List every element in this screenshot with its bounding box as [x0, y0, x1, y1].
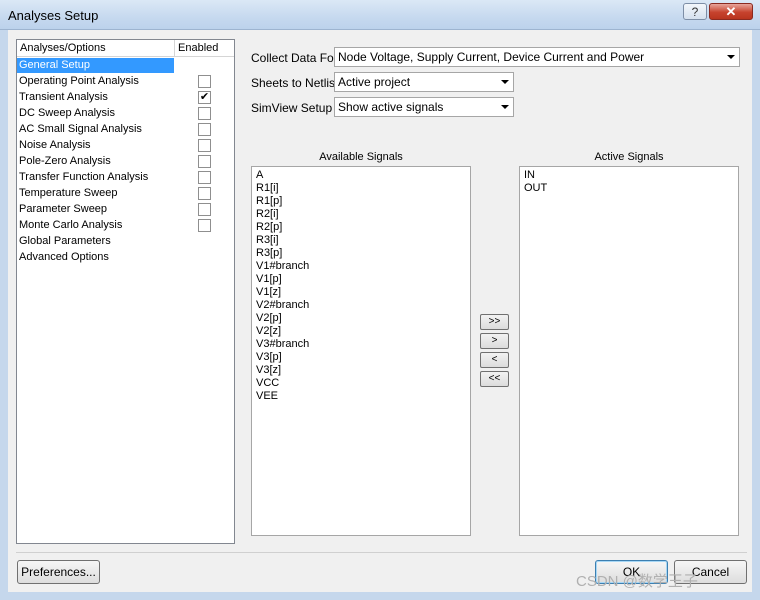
- enable-checkbox-dc-sweep[interactable]: [198, 107, 211, 120]
- available-signal-item[interactable]: V3[z]: [256, 364, 281, 377]
- available-signal-item[interactable]: VEE: [256, 390, 278, 403]
- available-signals-title: Available Signals: [319, 151, 403, 163]
- analysis-item-monte-carlo[interactable]: Monte Carlo Analysis: [19, 218, 122, 233]
- analysis-item-pole-zero[interactable]: Pole-Zero Analysis: [19, 154, 111, 169]
- available-signal-item[interactable]: V2[p]: [256, 312, 282, 325]
- add-all-signals-button[interactable]: >>: [480, 314, 509, 330]
- available-signal-item[interactable]: V2[z]: [256, 325, 281, 338]
- chevron-down-icon: [727, 55, 735, 59]
- remove-all-signals-button[interactable]: <<: [480, 371, 509, 387]
- analysis-item-transient[interactable]: Transient Analysis: [19, 90, 108, 105]
- available-signal-item[interactable]: A: [256, 169, 263, 182]
- available-signal-item[interactable]: R1[p]: [256, 195, 282, 208]
- simview-setup-label: SimView Setup: [251, 101, 333, 115]
- window-title: Analyses Setup: [8, 8, 99, 23]
- enable-checkbox-transient[interactable]: ✔: [198, 91, 211, 104]
- title-bar: [0, 0, 760, 30]
- watermark-text: CSDN @数学王子: [576, 573, 698, 590]
- window-border-left: [0, 30, 8, 600]
- footer-divider: [16, 552, 747, 553]
- available-signal-item[interactable]: V3#branch: [256, 338, 309, 351]
- sheets-to-netlist-value: Active project: [338, 75, 411, 89]
- column-divider[interactable]: [174, 40, 175, 57]
- preferences-button[interactable]: Preferences...: [17, 560, 100, 584]
- enable-checkbox-parameter-sweep[interactable]: [198, 203, 211, 216]
- window-border-bottom: [0, 592, 760, 600]
- active-signals-title: Active Signals: [594, 151, 664, 163]
- available-signal-item[interactable]: V2#branch: [256, 299, 309, 312]
- available-signal-item[interactable]: R3[p]: [256, 247, 282, 260]
- add-signal-button[interactable]: >: [480, 333, 509, 349]
- close-button[interactable]: ✕: [709, 3, 753, 20]
- collect-data-dropdown[interactable]: Node Voltage, Supply Current, Device Cur…: [334, 47, 740, 67]
- active-signal-item[interactable]: IN: [524, 169, 535, 182]
- column-header-enabled[interactable]: Enabled: [178, 42, 218, 54]
- enable-checkbox-pole-zero[interactable]: [198, 155, 211, 168]
- analysis-item-transfer-function[interactable]: Transfer Function Analysis: [19, 170, 148, 185]
- remove-signal-button[interactable]: <: [480, 352, 509, 368]
- available-signal-item[interactable]: R1[i]: [256, 182, 279, 195]
- analysis-item-ac-small-signal[interactable]: AC Small Signal Analysis: [19, 122, 142, 137]
- analysis-item-advanced-options[interactable]: Advanced Options: [19, 250, 109, 265]
- available-signal-item[interactable]: V3[p]: [256, 351, 282, 364]
- window-border-right: [752, 30, 760, 600]
- available-signal-item[interactable]: R2[i]: [256, 208, 279, 221]
- sheets-to-netlist-dropdown[interactable]: Active project: [334, 72, 514, 92]
- enable-checkbox-noise[interactable]: [198, 139, 211, 152]
- collect-data-label: Collect Data For: [251, 51, 338, 65]
- enable-checkbox-ac-small-signal[interactable]: [198, 123, 211, 136]
- simview-setup-value: Show active signals: [338, 100, 444, 114]
- chevron-down-icon: [501, 105, 509, 109]
- available-signals-list[interactable]: A R1[i] R1[p] R2[i] R2[p] R3[i] R3[p] V1…: [251, 166, 471, 536]
- analysis-item-dc-sweep[interactable]: DC Sweep Analysis: [19, 106, 115, 121]
- available-signal-item[interactable]: V1[p]: [256, 273, 282, 286]
- sheets-to-netlist-label: Sheets to Netlist: [251, 76, 339, 90]
- enable-checkbox-transfer-function[interactable]: [198, 171, 211, 184]
- enable-checkbox-monte-carlo[interactable]: [198, 219, 211, 232]
- enable-checkbox-operating-point[interactable]: [198, 75, 211, 88]
- active-signals-list[interactable]: IN OUT: [519, 166, 739, 536]
- available-signal-item[interactable]: V1[z]: [256, 286, 281, 299]
- available-signal-item[interactable]: VCC: [256, 377, 279, 390]
- analysis-item-general-setup[interactable]: General Setup: [17, 58, 174, 73]
- column-header-analyses[interactable]: Analyses/Options: [20, 42, 106, 54]
- analysis-item-operating-point[interactable]: Operating Point Analysis: [19, 74, 139, 89]
- active-signal-item[interactable]: OUT: [524, 182, 547, 195]
- analysis-item-global-parameters[interactable]: Global Parameters: [19, 234, 111, 249]
- chevron-down-icon: [501, 80, 509, 84]
- available-signal-item[interactable]: R2[p]: [256, 221, 282, 234]
- available-signal-item[interactable]: V1#branch: [256, 260, 309, 273]
- enable-checkbox-temperature-sweep[interactable]: [198, 187, 211, 200]
- help-button[interactable]: ?: [683, 3, 707, 20]
- analysis-item-noise[interactable]: Noise Analysis: [19, 138, 91, 153]
- simview-setup-dropdown[interactable]: Show active signals: [334, 97, 514, 117]
- available-signal-item[interactable]: R3[i]: [256, 234, 279, 247]
- analysis-item-temperature-sweep[interactable]: Temperature Sweep: [19, 186, 117, 201]
- analysis-item-parameter-sweep[interactable]: Parameter Sweep: [19, 202, 107, 217]
- collect-data-value: Node Voltage, Supply Current, Device Cur…: [338, 50, 645, 64]
